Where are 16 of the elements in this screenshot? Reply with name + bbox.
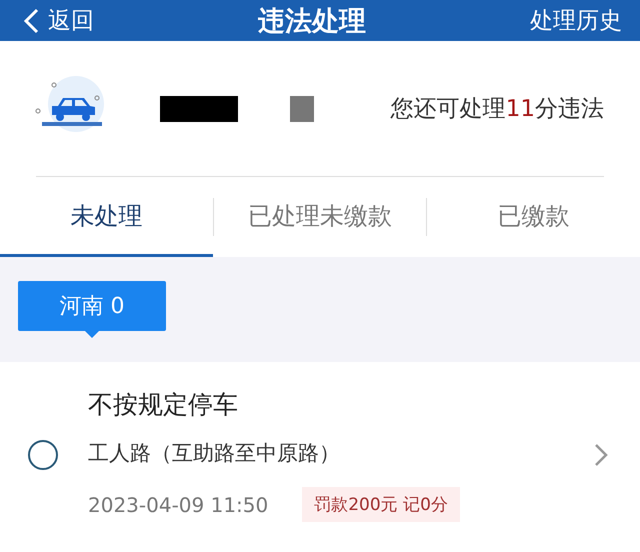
page-title: 违法处理 (258, 4, 366, 38)
back-icon (22, 8, 40, 34)
violation-time: 2023-04-09 11:50 (88, 492, 268, 516)
pointer-icon (85, 331, 99, 338)
chevron-right-icon[interactable] (594, 443, 608, 467)
tab[interactable]: 已处理未缴款 (214, 177, 426, 257)
radio-button[interactable] (28, 440, 58, 470)
back-button[interactable]: 返回 (22, 5, 94, 36)
redaction-block (290, 96, 314, 122)
penalty-badge: 罚款200元 记0分 (302, 487, 460, 522)
region-tag[interactable]: 河南 0 (18, 281, 166, 331)
violation-location: 工人路（互助路至中原路） (88, 440, 341, 467)
violation-title: 不按规定停车 (88, 389, 239, 421)
points-remaining-text: 您还可处理11分违法 (390, 95, 604, 124)
tab[interactable]: 已缴款 (427, 177, 640, 257)
history-link[interactable]: 处理历史 (530, 5, 622, 36)
